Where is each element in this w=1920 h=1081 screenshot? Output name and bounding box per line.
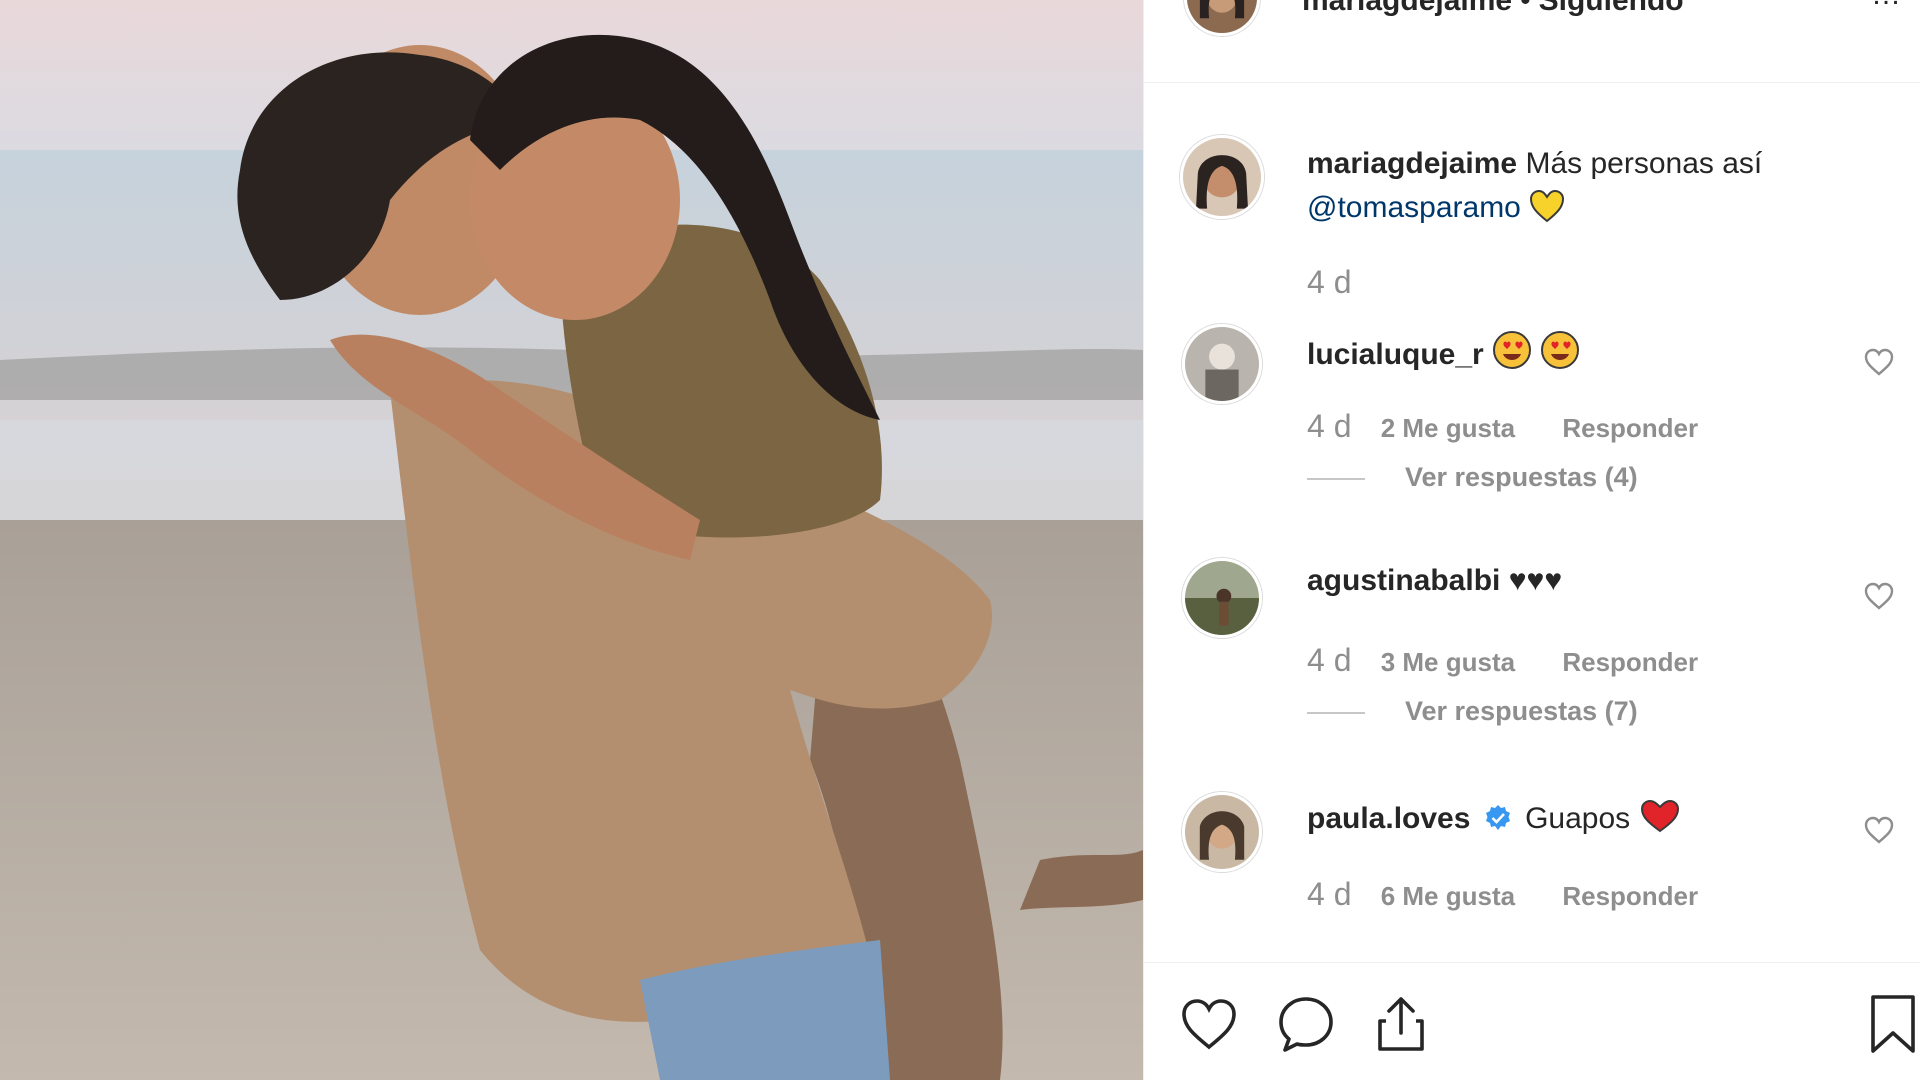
comment-time[interactable]: 4 d [1307,876,1351,912]
share-button[interactable] [1370,993,1432,1055]
caption-username[interactable]: mariagdejaime [1307,147,1517,180]
comment-like-heart-icon[interactable] [1863,814,1895,846]
author-avatar-image [1187,0,1257,33]
replies-divider [1307,477,1365,480]
instagram-post-view: mariagdejaime • Siguiendo … mariagdejaime … [0,0,1920,1080]
comment-time[interactable]: 4 d [1307,642,1351,678]
comment-line: agustinabalbi ♥♥♥ [1307,564,1562,598]
yellow-heart-icon [1530,189,1565,223]
comment-like-heart-icon[interactable] [1863,346,1895,378]
follow-status-button[interactable]: Siguiendo [1539,0,1684,17]
comment-line: lucialuque_r [1307,330,1580,372]
post-header: mariagdejaime • Siguiendo … [1144,0,1920,83]
comment-meta: 4 d 2 Me gusta Responder [1307,408,1698,445]
comment-text: ♥♥♥ [1508,564,1563,597]
comment-username[interactable]: agustinabalbi [1307,564,1500,597]
post-actions-bar [1144,962,1920,1081]
post-photo[interactable] [0,0,1143,1080]
more-options-icon[interactable]: … [1871,0,1901,12]
heart-icon [1182,999,1236,1050]
caption-body: Más personas así [1525,147,1763,180]
comment-item: agustinabalbi ♥♥♥ 4 d 3 Me gusta Respond… [1144,558,1920,758]
comment-button[interactable] [1275,993,1337,1055]
verified-badge-icon [1485,805,1510,830]
reply-button[interactable]: Responder [1562,881,1698,911]
comment-likes-count[interactable]: 2 Me gusta [1381,413,1515,443]
view-replies-button[interactable]: Ver respuestas (4) [1307,462,1638,493]
replies-divider [1307,711,1365,714]
comment-avatar[interactable] [1182,324,1262,404]
bookmark-icon [1871,995,1915,1053]
comment-avatar[interactable] [1182,792,1262,872]
comment-avatar[interactable] [1182,558,1262,638]
caption-text: mariagdejaime Más personas así @tomaspar… [1307,142,1867,230]
heart-eyes-face-icon [1493,331,1532,369]
caption-avatar[interactable] [1180,135,1264,219]
comment-text: Guapos [1525,802,1631,835]
red-heart-icon [1640,799,1679,833]
comment-time[interactable]: 4 d [1307,408,1351,444]
comment-avatar-image [1185,795,1259,869]
post-details-panel: mariagdejaime • Siguiendo … mariagdejaime … [1143,0,1920,1080]
comment-avatar-image [1185,327,1259,401]
comment-bubble-icon [1279,997,1333,1052]
comment-item: lucialuque_r 4 d 2 Me gusta Responder Ve… [1144,324,1920,524]
comment-meta: 4 d 6 Me gusta Responder [1307,876,1698,913]
post-author-line: mariagdejaime • Siguiendo [1302,0,1684,18]
heart-eyes-face-icon [1541,331,1580,369]
comment-like-heart-icon[interactable] [1863,580,1895,612]
separator-dot: • [1520,0,1531,17]
comment-username[interactable]: paula.loves [1307,802,1470,835]
author-avatar[interactable] [1184,0,1260,36]
comment-likes-count[interactable]: 6 Me gusta [1381,881,1515,911]
comment-meta: 4 d 3 Me gusta Responder [1307,642,1698,679]
save-button[interactable] [1865,993,1920,1055]
view-replies-button[interactable]: Ver respuestas (7) [1307,696,1638,727]
view-replies-label: Ver respuestas (4) [1405,462,1638,492]
comment-avatar-image [1185,561,1259,635]
reply-button[interactable]: Responder [1562,647,1698,677]
view-replies-label: Ver respuestas (7) [1405,696,1638,726]
author-username[interactable]: mariagdejaime [1302,0,1512,17]
share-icon [1378,997,1424,1051]
caption-mention-link[interactable]: @tomasparamo [1307,191,1521,224]
like-button[interactable] [1178,993,1240,1055]
comment-username[interactable]: lucialuque_r [1307,338,1484,371]
reply-button[interactable]: Responder [1562,413,1698,443]
comment-likes-count[interactable]: 3 Me gusta [1381,647,1515,677]
caption-avatar-image [1183,138,1261,216]
comment-line: paula.loves Guapos [1307,798,1681,836]
caption-time[interactable]: 4 d [1307,264,1351,301]
post-photo-image [0,0,1143,1080]
